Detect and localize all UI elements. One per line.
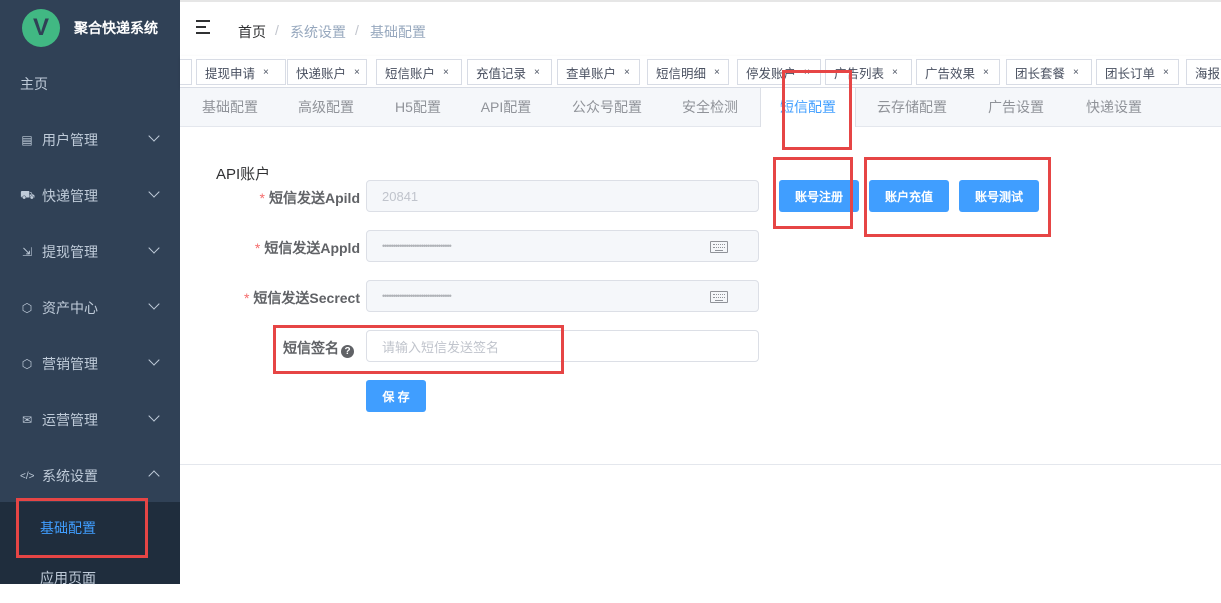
tag-item[interactable]: 短信明细 × bbox=[647, 59, 729, 85]
breadcrumb-current: 基础配置 bbox=[370, 24, 426, 40]
cube-icon: ⬡ bbox=[21, 301, 33, 315]
tag-item[interactable]: 快递账户 × bbox=[287, 59, 367, 85]
breadcrumb-home[interactable]: 首页 bbox=[238, 22, 266, 42]
tag-item[interactable]: 查单账户 × bbox=[557, 59, 640, 85]
tab-basic[interactable]: 基础配置 bbox=[180, 88, 280, 127]
tag-item[interactable]: 广告列表 × bbox=[825, 59, 912, 85]
tab-sms[interactable]: 短信配置 bbox=[760, 88, 856, 128]
apiid-input[interactable]: 20841 bbox=[366, 180, 759, 212]
sidebar-item-withdraw[interactable]: ⇲ 提现管理 bbox=[0, 224, 180, 280]
chevron-down-icon bbox=[148, 354, 160, 366]
sms-config-form: API账户 * 短信发送Apild 20841 * 短信发送Appld ••••••… bbox=[180, 127, 1221, 465]
recharge-account-button[interactable]: 账户充值 bbox=[869, 180, 949, 212]
sidebar-item-marketing[interactable]: ⬡ 营销管理 bbox=[0, 336, 180, 392]
truck-icon: ⛟ bbox=[20, 188, 36, 202]
tab-wechat[interactable]: 公众号配置 bbox=[548, 88, 666, 127]
close-icon[interactable]: × bbox=[1073, 67, 1079, 78]
sidebar-item-label: 提现管理 bbox=[42, 244, 98, 260]
tag-item[interactable]: 提现申请 × bbox=[196, 59, 286, 85]
field-label-apiid: * 短信发送Apild bbox=[259, 190, 360, 206]
tag-item[interactable]: 团长套餐 × bbox=[1006, 59, 1092, 85]
section-title: API账户 bbox=[216, 166, 271, 183]
tags-view: 提现申请 × 快递账户 × 短信账户 × 充值记录 × 查单账户 × 短信明细 × 停发账户… bbox=[180, 56, 1221, 88]
sidebar-subitem-app-pages[interactable]: 应用页面 bbox=[0, 553, 180, 603]
chevron-down-icon bbox=[148, 186, 160, 198]
sidebar-item-label: 主页 bbox=[20, 76, 48, 92]
sidebar-item-label: 快递管理 bbox=[42, 188, 98, 204]
tab-advanced[interactable]: 高级配置 bbox=[280, 88, 372, 127]
hamburger-menu-icon[interactable] bbox=[196, 20, 214, 36]
field-label-appid: * 短信发送Appld bbox=[254, 240, 360, 256]
sidebar-item-label: 运营管理 bbox=[42, 412, 98, 428]
sidebar-item-label: 用户管理 bbox=[42, 132, 98, 148]
cube-icon: ⬡ bbox=[21, 357, 33, 371]
list-icon: ▤ bbox=[21, 133, 33, 147]
vue-logo-icon: V bbox=[22, 9, 60, 47]
settings-submenu: 基础配置 应用页面 bbox=[0, 502, 180, 586]
app-title: 聚合快递系统 bbox=[74, 20, 158, 36]
tab-express[interactable]: 快递设置 bbox=[1064, 88, 1164, 127]
keyboard-icon[interactable] bbox=[710, 241, 728, 253]
logo: V 聚合快递系统 bbox=[0, 0, 180, 56]
test-account-button[interactable]: 账号测试 bbox=[959, 180, 1039, 212]
keyboard-icon[interactable] bbox=[710, 291, 728, 303]
tab-security[interactable]: 安全检测 bbox=[666, 88, 754, 127]
sidebar-item-label: 营销管理 bbox=[42, 356, 98, 372]
sidebar-item-label: 资产中心 bbox=[42, 300, 98, 316]
help-icon[interactable]: ? bbox=[341, 345, 354, 358]
tab-ads[interactable]: 广告设置 bbox=[968, 88, 1064, 127]
close-icon[interactable]: × bbox=[443, 67, 449, 78]
chevron-down-icon bbox=[148, 242, 160, 254]
close-icon[interactable]: × bbox=[263, 67, 269, 78]
breadcrumb-settings[interactable]: 系统设置 bbox=[290, 22, 346, 42]
tab-storage[interactable]: 云存储配置 bbox=[856, 88, 968, 127]
tag-item[interactable]: 团长订单 × bbox=[1096, 59, 1179, 85]
tag-item[interactable]: 海报 bbox=[1186, 59, 1221, 85]
close-icon[interactable]: × bbox=[892, 67, 898, 78]
register-account-button[interactable]: 账号注册 bbox=[779, 180, 859, 212]
close-icon[interactable]: × bbox=[1163, 67, 1169, 78]
sidebar-item-assets[interactable]: ⬡ 资产中心 bbox=[0, 280, 180, 336]
tab-api[interactable]: API配置 bbox=[464, 88, 548, 127]
sidebar-item-users[interactable]: ▤ 用户管理 bbox=[0, 112, 180, 168]
mail-icon: ✉ bbox=[21, 413, 33, 427]
sidebar: V 聚合快递系统 主页 ▤ 用户管理 ⛟ 快递管理 ⇲ 提现管理 ⬡ 资产中心 … bbox=[0, 0, 180, 586]
sidebar-subitem-basic-config[interactable]: 基础配置 bbox=[0, 503, 180, 553]
config-tabs: 基础配置 高级配置 H5配置 API配置 公众号配置 安全检测 短信配置 云存储… bbox=[180, 88, 1221, 128]
secret-input[interactable]: •••••••••••••••••••••••••••••••• bbox=[366, 280, 759, 312]
breadcrumb-separator: / bbox=[355, 22, 359, 38]
tag-item[interactable]: 广告效果 × bbox=[916, 59, 1000, 85]
close-icon[interactable]: × bbox=[534, 67, 540, 78]
sidebar-item-operations[interactable]: ✉ 运营管理 bbox=[0, 392, 180, 448]
close-icon[interactable]: × bbox=[804, 67, 810, 78]
code-icon: </> bbox=[20, 470, 35, 482]
tag-item[interactable]: 充值记录 × bbox=[467, 59, 552, 85]
signature-input[interactable]: 请输入短信发送签名 bbox=[366, 330, 759, 362]
chevron-up-icon bbox=[148, 470, 160, 482]
chevron-down-icon bbox=[148, 298, 160, 310]
sidebar-item-express[interactable]: ⛟ 快递管理 bbox=[0, 168, 180, 224]
chevron-down-icon bbox=[148, 130, 160, 142]
chevron-down-icon bbox=[148, 410, 160, 422]
field-label-secret: * 短信发送Secrect bbox=[243, 290, 360, 306]
save-button[interactable]: 保 存 bbox=[366, 380, 426, 412]
close-icon[interactable]: × bbox=[714, 67, 720, 78]
navbar: 首页 / 系统设置 / 基础配置 bbox=[180, 0, 1221, 56]
tag-item[interactable]: 短信账户 × bbox=[376, 59, 462, 85]
close-icon[interactable]: × bbox=[624, 67, 630, 78]
field-label-signature: 短信签名? bbox=[174, 338, 354, 358]
withdraw-icon: ⇲ bbox=[21, 245, 33, 259]
breadcrumb-separator: / bbox=[275, 22, 279, 38]
sidebar-item-settings[interactable]: </> 系统设置 bbox=[0, 448, 180, 504]
tab-h5[interactable]: H5配置 bbox=[372, 88, 464, 127]
appid-input[interactable]: •••••••••••••••••••••••••••••••• bbox=[366, 230, 759, 262]
close-icon[interactable]: × bbox=[983, 67, 989, 78]
tag-item[interactable] bbox=[180, 59, 192, 85]
sidebar-item-home[interactable]: 主页 bbox=[0, 56, 180, 112]
sidebar-item-label: 系统设置 bbox=[42, 468, 98, 484]
tag-item[interactable]: 停发账户 × bbox=[737, 59, 821, 85]
close-icon[interactable]: × bbox=[354, 67, 360, 78]
